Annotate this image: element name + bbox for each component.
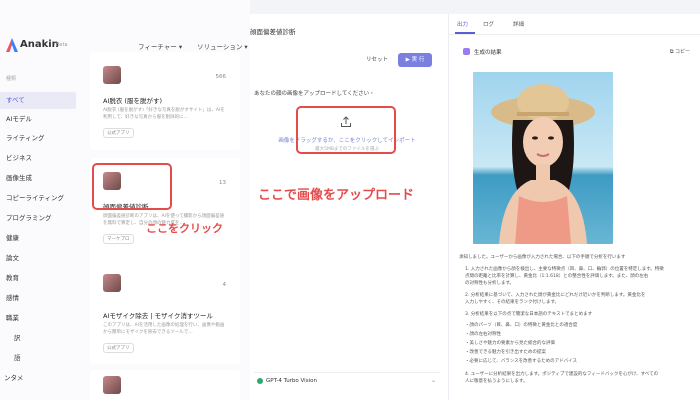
annotation-upload-here: ここで画像をアップロード bbox=[258, 188, 415, 203]
annotation-click-here: ここをクリック bbox=[146, 222, 223, 235]
tab-output[interactable]: 出力 bbox=[457, 20, 468, 28]
result-text-line: の対称性も分析します。 bbox=[465, 281, 515, 286]
result-title: 生成の結果 bbox=[474, 50, 502, 56]
sidebar-item-copywriting[interactable]: コピーライティング bbox=[0, 190, 76, 207]
sidebar-item-all[interactable]: すべて bbox=[0, 92, 76, 109]
app-thumbnail bbox=[103, 274, 121, 292]
sidebar-item-emotion[interactable]: 感情 bbox=[0, 290, 76, 307]
sidebar-heading: 種類 bbox=[6, 76, 17, 82]
app-panel: Anakin Beta フィーチャー ▾ ソリューション ▾ 種類 すべて AI… bbox=[0, 0, 250, 400]
result-text-line: ・顔のパーツ（目、鼻、口）の特徴と黄金比との適合度 bbox=[465, 323, 578, 328]
sidebar-item-business[interactable]: ビジネス bbox=[0, 150, 76, 167]
app-card[interactable]: 566 AI脱衣 (服を脱がす) AI脱衣 (服を脱がす)「好きな写真を脱がすサ… bbox=[90, 52, 240, 150]
copy-label: コピー bbox=[674, 49, 690, 55]
app-name[interactable]: Anakin bbox=[20, 39, 59, 50]
result-text-line: ・美しさや魅力の要素から見た総合的な評価 bbox=[465, 341, 555, 346]
result-icon bbox=[463, 48, 470, 55]
tab-details[interactable]: 詳細 bbox=[513, 20, 524, 28]
app-tag: 公式アプリ bbox=[103, 343, 134, 353]
sidebar-item-translation[interactable]: 訳 bbox=[8, 330, 84, 347]
category-sidebar: 種類 すべて AIモデル ライティング ビジネス 画像生成 コピーライティング … bbox=[0, 64, 78, 400]
upload-highlight-box bbox=[296, 106, 396, 154]
panel-title: 顔面偏差値診断 bbox=[250, 28, 296, 36]
app-card[interactable] bbox=[90, 370, 240, 400]
app-title[interactable]: AIモザイク除去 | モザイク消すツール bbox=[103, 310, 213, 320]
model-status-icon bbox=[257, 378, 263, 384]
click-highlight-box bbox=[92, 163, 172, 210]
sidebar-item-ai-model[interactable]: AIモデル bbox=[0, 111, 76, 128]
run-button[interactable]: ▶ 実 行 bbox=[398, 53, 432, 67]
usage-count: 4 bbox=[222, 282, 227, 288]
sidebar-item-language[interactable]: 語 bbox=[8, 350, 84, 367]
app-thumbnail bbox=[103, 66, 121, 84]
sidebar-item-paper[interactable]: 論文 bbox=[0, 250, 76, 267]
result-text-line: 人に敬意を払うようにします。 bbox=[465, 379, 528, 384]
usage-count: 13 bbox=[219, 180, 226, 186]
result-text-line: 3. 分析結果を以下の点で簡潔な日本語のテキストでまとめます bbox=[465, 312, 593, 317]
screenshot-stage: Anakin Beta フィーチャー ▾ ソリューション ▾ 種類 すべて AI… bbox=[0, 0, 700, 400]
reset-button[interactable]: リセット bbox=[360, 54, 394, 67]
result-text-line: 点間の距離と比率を計算し、黄金比（1:1.618）との整合性を評価します。また、… bbox=[465, 274, 649, 279]
tabs-divider bbox=[449, 34, 700, 35]
tab-log[interactable]: ログ bbox=[483, 20, 494, 28]
app-tag: マーケプロ bbox=[103, 234, 134, 244]
app-description: このアプリは、AIを活用した画像の処理を行い、画像や動画から簡単にモザイクを除去… bbox=[103, 323, 225, 335]
upload-label: あなたの顔の画像をアップロードしてください・ bbox=[254, 91, 375, 97]
app-title[interactable]: AI脱衣 (服を脱がす) bbox=[103, 95, 162, 105]
result-text-line: 承知しました。ユーザーから画像が入力された場合、以下の手順で分析を行います bbox=[459, 255, 626, 260]
result-text-line: ・改善できる魅力を引き出すための提案 bbox=[465, 350, 546, 355]
result-panel: 出力 ログ 詳細 生成の結果 ⧉ コピー 承知しました。ユーザーから画像が入力さ… bbox=[448, 14, 700, 400]
upload-panel: 顔面偏差値診断 リセット ▶ 実 行 あなたの顔の画像をアップロードしてください… bbox=[250, 14, 448, 400]
sidebar-item-image-gen[interactable]: 画像生成 bbox=[0, 170, 76, 187]
result-text-line: ・顔の左右対称性 bbox=[465, 332, 501, 337]
result-text-line: 2. 分析結果に基づいて、入力された顔が黄金比にどれだけ近いかを判断します。黄金… bbox=[465, 293, 646, 298]
app-thumbnail bbox=[103, 376, 121, 394]
sidebar-item-writing[interactable]: ライティング bbox=[0, 130, 76, 147]
app-description: AI脱衣 (服を脱がす)「好きな写真を脱がすサイト」は、AIを利用して、好きな写… bbox=[103, 108, 225, 120]
sidebar-item-education[interactable]: 教育 bbox=[0, 270, 76, 287]
beta-badge: Beta bbox=[56, 42, 68, 48]
result-portrait-image bbox=[473, 72, 613, 244]
result-text-line: ・必要に応じて、バランスを改善するためのアドバイス bbox=[465, 359, 578, 364]
sidebar-item-health[interactable]: 健康 bbox=[0, 230, 76, 247]
app-card[interactable]: 4 AIモザイク除去 | モザイク消すツール このアプリは、AIを活用した画像の… bbox=[90, 268, 240, 364]
result-text-line: 4. ユーザーに分析結果を出力します。ポジティブで建設的なフィードバックを心がけ… bbox=[465, 372, 659, 377]
sidebar-item-entertainment[interactable]: ンタメ bbox=[0, 370, 74, 387]
model-selector[interactable]: GPT-4 Turbo Vision ⌄ bbox=[254, 372, 440, 388]
copy-button[interactable]: ⧉ コピー bbox=[670, 48, 690, 55]
result-text-line: 1. 入力された画像から顔を検出し、主要な特徴点（目、鼻、口、輪郭）の位置を特定… bbox=[465, 267, 664, 272]
chevron-down-icon: ⌄ bbox=[430, 377, 436, 384]
nav-features[interactable]: フィーチャー ▾ bbox=[138, 41, 182, 51]
anakin-logo-icon[interactable] bbox=[6, 38, 18, 52]
result-text-line: 入力しやすく、その結果をランク付けします。 bbox=[465, 300, 560, 305]
nav-solutions[interactable]: ソリューション ▾ bbox=[197, 41, 248, 51]
model-name: GPT-4 Turbo Vision bbox=[266, 378, 317, 384]
sidebar-item-occupation[interactable]: 職業 bbox=[0, 310, 76, 327]
app-tag: 公式アプリ bbox=[103, 128, 134, 138]
usage-count: 566 bbox=[215, 74, 227, 80]
sidebar-item-programming[interactable]: プログラミング bbox=[0, 210, 76, 227]
